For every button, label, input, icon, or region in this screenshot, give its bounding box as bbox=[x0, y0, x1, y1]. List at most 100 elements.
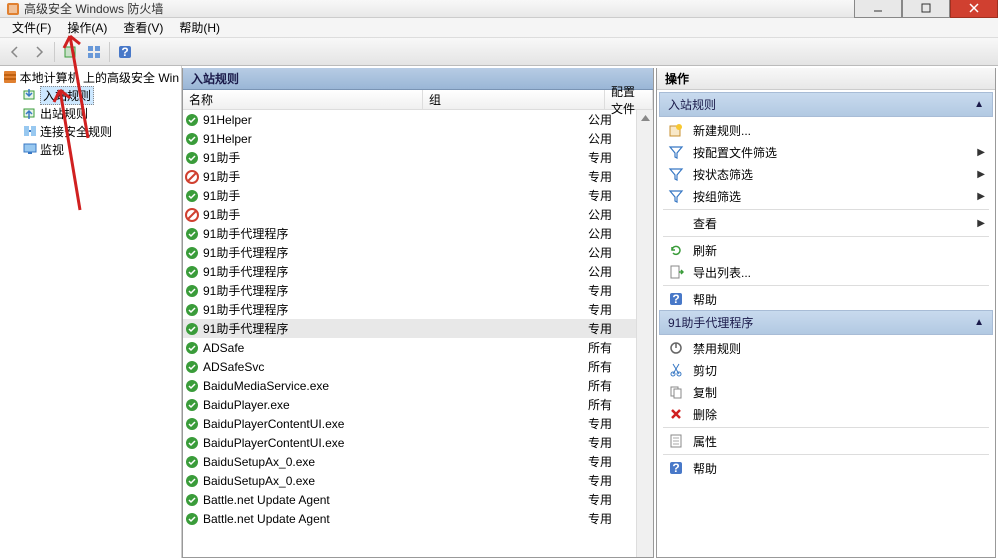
actions-section-inbound[interactable]: 入站规则 ▲ bbox=[659, 92, 993, 117]
rule-row[interactable]: Battle.net Update Agent专用 bbox=[183, 509, 636, 528]
action-help1[interactable]: ?帮助 bbox=[659, 288, 993, 310]
tree-root[interactable]: 本地计算机 上的高级安全 Win bbox=[0, 68, 181, 86]
export-icon bbox=[667, 264, 685, 280]
action-copy[interactable]: 复制 bbox=[659, 381, 993, 403]
rule-row[interactable]: 91Helper公用 bbox=[183, 129, 636, 148]
action-disable[interactable]: 禁用规则 bbox=[659, 337, 993, 359]
rule-profile: 专用 bbox=[588, 168, 636, 185]
rule-row[interactable]: 91助手代理程序公用 bbox=[183, 224, 636, 243]
rule-row[interactable]: BaiduSetupAx_0.exe专用 bbox=[183, 452, 636, 471]
rule-name: BaiduSetupAx_0.exe bbox=[201, 474, 423, 488]
rule-name: BaiduPlayerContentUI.exe bbox=[201, 436, 423, 450]
action-label: 帮助 bbox=[693, 460, 985, 477]
submenu-arrow-icon: ▶ bbox=[977, 191, 985, 202]
rule-row[interactable]: 91助手代理程序 公用 bbox=[183, 262, 636, 281]
maximize-button[interactable] bbox=[902, 0, 950, 18]
menu-file[interactable]: 文件(F) bbox=[4, 17, 59, 38]
rule-row[interactable]: 91Helper公用 bbox=[183, 110, 636, 129]
actions-section-selected[interactable]: 91助手代理程序 ▲ bbox=[659, 310, 993, 335]
action-new-rule[interactable]: 新建规则... bbox=[659, 119, 993, 141]
toolbar-add-icon[interactable] bbox=[59, 41, 81, 63]
allow-icon bbox=[183, 303, 201, 317]
toolbar-help-icon[interactable]: ? bbox=[114, 41, 136, 63]
close-button[interactable] bbox=[950, 0, 998, 18]
window-title: 高级安全 Windows 防火墙 bbox=[24, 0, 163, 17]
rule-row[interactable]: 91助手代理程序专用 bbox=[183, 300, 636, 319]
sidebar: 本地计算机 上的高级安全 Win 入站规则出站规则连接安全规则监视 bbox=[0, 66, 182, 558]
allow-icon bbox=[183, 227, 201, 241]
allow-icon bbox=[183, 512, 201, 526]
minimize-button[interactable] bbox=[854, 0, 902, 18]
menu-help[interactable]: 帮助(H) bbox=[171, 17, 228, 38]
action-refresh[interactable]: 刷新 bbox=[659, 239, 993, 261]
filter-icon bbox=[667, 188, 685, 204]
rule-name: 91助手代理程序 bbox=[201, 263, 423, 280]
rule-row[interactable]: BaiduMediaService.exe所有 bbox=[183, 376, 636, 395]
rule-profile: 专用 bbox=[588, 149, 636, 166]
rule-row[interactable]: 91助手公用 bbox=[183, 205, 636, 224]
rule-profile: 公用 bbox=[588, 263, 636, 280]
action-props[interactable]: 属性 bbox=[659, 430, 993, 452]
column-name[interactable]: 名称 bbox=[183, 90, 423, 109]
sidebar-item-inbound[interactable]: 入站规则 bbox=[0, 86, 181, 104]
svg-text:?: ? bbox=[672, 461, 679, 475]
rule-row[interactable]: 91助手专用 bbox=[183, 148, 636, 167]
rule-profile: 专用 bbox=[588, 491, 636, 508]
rule-name: 91Helper bbox=[201, 113, 423, 127]
action-delete[interactable]: 删除 bbox=[659, 403, 993, 425]
rule-profile: 公用 bbox=[588, 206, 636, 223]
action-label: 按配置文件筛选 bbox=[693, 144, 977, 161]
toolbar-grid-icon[interactable] bbox=[83, 41, 105, 63]
actions-body: 入站规则 ▲ 新建规则...按配置文件筛选▶按状态筛选▶按组筛选▶查看▶刷新导出… bbox=[657, 90, 995, 557]
rule-row[interactable]: 91助手 专用 bbox=[183, 167, 636, 186]
app-icon bbox=[6, 2, 20, 16]
back-button[interactable] bbox=[4, 41, 26, 63]
disable-icon bbox=[667, 340, 685, 356]
column-profile[interactable]: 配置文件 bbox=[605, 90, 653, 109]
collapse-icon: ▲ bbox=[974, 99, 984, 110]
menu-view[interactable]: 查看(V) bbox=[115, 17, 171, 38]
rule-row[interactable]: 91助手代理程序公用 bbox=[183, 243, 636, 262]
rule-row[interactable]: Battle.net Update Agent 专用 bbox=[183, 490, 636, 509]
action-export[interactable]: 导出列表... bbox=[659, 261, 993, 283]
scrollbar[interactable] bbox=[636, 110, 653, 557]
action-filter-group[interactable]: 按组筛选▶ bbox=[659, 185, 993, 207]
rule-row[interactable]: BaiduSetupAx_0.exe 专用 bbox=[183, 471, 636, 490]
titlebar: 高级安全 Windows 防火墙 bbox=[0, 0, 998, 18]
submenu-arrow-icon: ▶ bbox=[977, 147, 985, 158]
rule-name: Battle.net Update Agent bbox=[201, 493, 423, 507]
action-filter-profile[interactable]: 按配置文件筛选▶ bbox=[659, 141, 993, 163]
rule-row[interactable]: 91助手代理程序专用 bbox=[183, 281, 636, 300]
action-view[interactable]: 查看▶ bbox=[659, 212, 993, 234]
action-label: 按状态筛选 bbox=[693, 166, 977, 183]
rule-profile: 专用 bbox=[588, 415, 636, 432]
help-icon: ? bbox=[667, 460, 685, 476]
column-headers: 名称 组 配置文件 bbox=[183, 90, 653, 110]
sidebar-item-monitor[interactable]: 监视 bbox=[0, 140, 181, 158]
action-help2[interactable]: ? 帮助 bbox=[659, 457, 993, 479]
rule-row[interactable]: BaiduPlayerContentUI.exe专用 bbox=[183, 414, 636, 433]
rule-row[interactable]: 91助手专用 bbox=[183, 186, 636, 205]
rule-profile: 专用 bbox=[588, 472, 636, 489]
rule-row[interactable]: ADSafe所有 bbox=[183, 338, 636, 357]
rule-name: BaiduSetupAx_0.exe bbox=[201, 455, 423, 469]
rules-list[interactable]: 91Helper公用91Helper公用91助手专用91助手专用91助手专用91… bbox=[183, 110, 636, 557]
forward-button[interactable] bbox=[28, 41, 50, 63]
action-filter-state[interactable]: 按状态筛选▶ bbox=[659, 163, 993, 185]
menu-action[interactable]: 操作(A) bbox=[59, 17, 115, 38]
action-cut[interactable]: 剪切 bbox=[659, 359, 993, 381]
allow-icon bbox=[183, 436, 201, 450]
sidebar-item-connsec[interactable]: 连接安全规则 bbox=[0, 122, 181, 140]
sidebar-item-outbound[interactable]: 出站规则 bbox=[0, 104, 181, 122]
rule-row[interactable]: BaiduPlayer.exe所有 bbox=[183, 395, 636, 414]
rule-name: 91助手 bbox=[201, 168, 423, 185]
blank-icon bbox=[667, 215, 685, 231]
action-label: 导出列表... bbox=[693, 264, 985, 281]
separator bbox=[663, 454, 989, 455]
rule-row[interactable]: ADSafeSvc所有 bbox=[183, 357, 636, 376]
rule-row[interactable]: BaiduPlayerContentUI.exe专用 bbox=[183, 433, 636, 452]
filter-icon bbox=[667, 166, 685, 182]
rule-name: 91助手代理程序 bbox=[201, 244, 423, 261]
rule-row[interactable]: 91助手代理程序专用 bbox=[183, 319, 636, 338]
column-group[interactable]: 组 bbox=[423, 90, 605, 109]
